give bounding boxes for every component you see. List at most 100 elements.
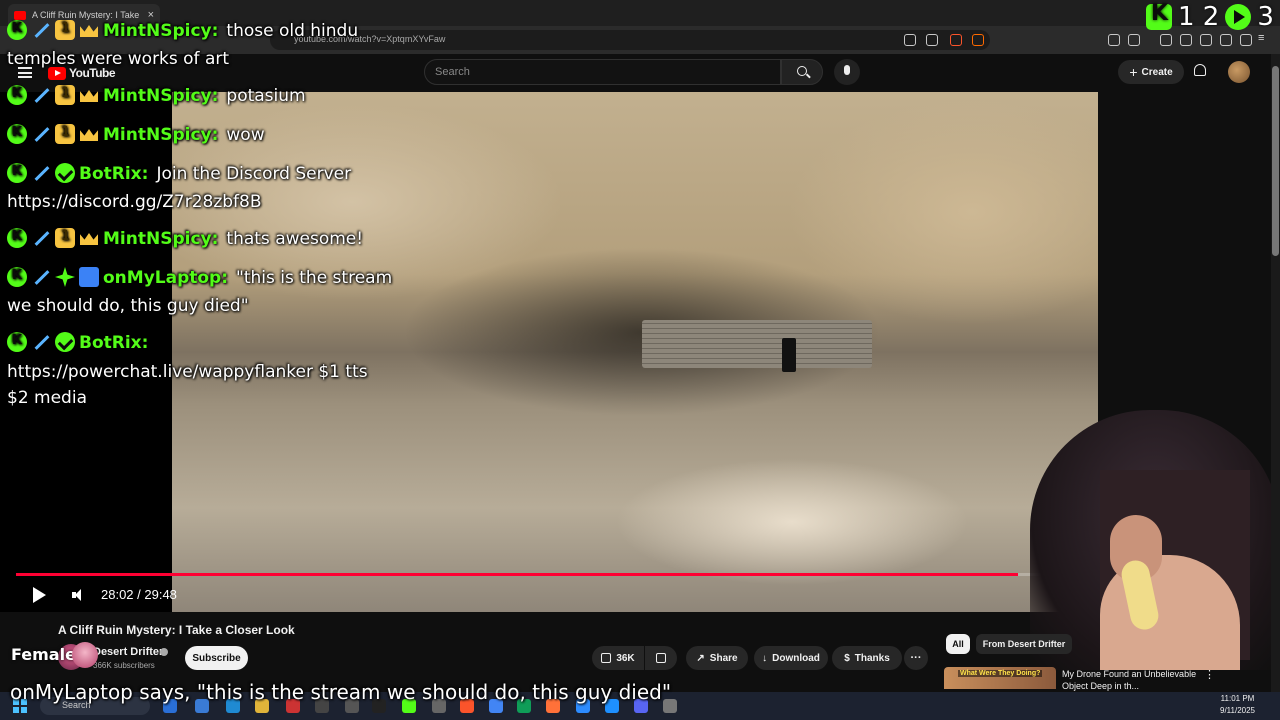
chat-text: temples were works of art bbox=[7, 49, 230, 69]
download-label: Download bbox=[772, 652, 820, 664]
chat-message-continuation: https://powerchat.live/wappyflanker $1 t… bbox=[7, 358, 368, 386]
thumbs-down-icon bbox=[656, 653, 666, 663]
ruin-wall bbox=[642, 320, 872, 368]
kick-badge-icon bbox=[7, 223, 27, 251]
share-page-icon[interactable] bbox=[926, 34, 938, 46]
like-button[interactable]: 36K bbox=[592, 646, 644, 670]
thumbs-up-icon bbox=[601, 653, 612, 663]
verified-bot-badge-icon bbox=[55, 332, 75, 352]
kick-badge-icon bbox=[7, 80, 27, 108]
chat-username: MintNSpicy: bbox=[103, 125, 219, 145]
scrollbar-thumb[interactable] bbox=[1272, 66, 1279, 256]
dislike-button[interactable] bbox=[645, 646, 677, 670]
vpn-icon[interactable] bbox=[1240, 34, 1252, 46]
channel-name[interactable]: Desert Drifter bbox=[93, 646, 163, 658]
chat-text: we should do, this guy died" bbox=[7, 296, 249, 316]
sword-badge-icon bbox=[31, 20, 51, 40]
kick-badge-icon bbox=[7, 158, 27, 186]
chat-text: $2 media bbox=[7, 388, 87, 408]
screenshot-icon[interactable] bbox=[1128, 34, 1140, 46]
create-label: Create bbox=[1141, 66, 1173, 78]
share-label: Share bbox=[709, 652, 738, 664]
chat-text: those old hindu bbox=[226, 21, 359, 41]
thanks-button[interactable]: $ Thanks bbox=[832, 646, 902, 670]
account-avatar[interactable] bbox=[1228, 61, 1250, 83]
subscribe-button[interactable]: Subscribe bbox=[185, 646, 248, 670]
microphone-icon bbox=[844, 65, 850, 75]
webcam-overlay bbox=[1030, 410, 1280, 670]
leo-icon[interactable] bbox=[1220, 34, 1232, 46]
search-input[interactable]: Search bbox=[424, 59, 781, 85]
kick-badge-icon bbox=[7, 119, 27, 147]
sidebar-icon[interactable] bbox=[1180, 34, 1192, 46]
create-button[interactable]: + Create bbox=[1118, 60, 1184, 84]
chat-message-continuation: https://discord.gg/Z7r28zbf8B bbox=[7, 188, 262, 216]
sword-badge-icon bbox=[31, 85, 51, 105]
play-circle-icon bbox=[1225, 4, 1252, 30]
crown-badge-icon bbox=[79, 20, 99, 40]
page-scrollbar[interactable] bbox=[1271, 54, 1280, 694]
video-time: 28:02 / 29:48 bbox=[101, 587, 177, 602]
female-label: Female bbox=[11, 645, 76, 664]
voice-search-button[interactable] bbox=[834, 59, 860, 85]
recommended-video-thumbnail[interactable]: What Were They Doing? bbox=[944, 667, 1056, 689]
clock-time: 11:01 PM bbox=[1220, 694, 1255, 703]
crown-badge-icon bbox=[79, 228, 99, 248]
crown-badge-icon bbox=[79, 124, 99, 144]
female-avatar bbox=[72, 642, 98, 668]
wallet-icon[interactable] bbox=[1200, 34, 1212, 46]
chat-text: thats awesome! bbox=[226, 229, 364, 249]
chip-from-channel[interactable]: From Desert Drifter bbox=[976, 634, 1072, 654]
notifications-bell-icon[interactable] bbox=[1194, 64, 1206, 76]
sword-badge-icon bbox=[31, 228, 51, 248]
chat-text: https://discord.gg/Z7r28zbf8B bbox=[7, 192, 262, 212]
menu-icon[interactable]: ≡ bbox=[1258, 32, 1270, 44]
volume-icon[interactable] bbox=[72, 589, 86, 601]
search-button[interactable] bbox=[781, 59, 823, 85]
share-button[interactable]: ↗ Share bbox=[686, 646, 748, 670]
download-button[interactable]: ↓ Download bbox=[754, 646, 828, 670]
play-icon[interactable] bbox=[33, 587, 46, 603]
gift-badge-icon bbox=[55, 119, 75, 147]
chat-username: MintNSpicy: bbox=[103, 21, 219, 41]
subscriber-count: 366K subscribers bbox=[93, 661, 155, 670]
verified-bot-badge-icon bbox=[55, 163, 75, 183]
chat-message: MintNSpicy: thats awesome! bbox=[7, 223, 364, 253]
chat-message: MintNSpicy: wow bbox=[7, 119, 265, 149]
share-arrow-icon: ↗ bbox=[696, 652, 705, 664]
sword-badge-icon bbox=[31, 332, 51, 352]
taskbar-clock[interactable]: 11:01 PM 9/11/2025 bbox=[1220, 693, 1255, 717]
kick-badge-icon bbox=[7, 15, 27, 43]
video-progress-bar[interactable] bbox=[16, 573, 1082, 576]
sword-badge-icon bbox=[31, 267, 51, 287]
plus-icon: + bbox=[1129, 64, 1138, 80]
brave-shield-icon[interactable] bbox=[950, 34, 962, 46]
subscriber-badge-icon bbox=[79, 267, 99, 287]
kick-count: 1 2 bbox=[1178, 2, 1220, 32]
thumbnail-caption: What Were They Doing? bbox=[958, 670, 1043, 677]
gift-badge-icon bbox=[55, 15, 75, 43]
sword-badge-icon bbox=[31, 163, 51, 183]
sparkle-badge-icon bbox=[55, 267, 75, 287]
video-progress-fill bbox=[16, 573, 1019, 576]
chat-message: onMyLaptop: "this is the stream bbox=[7, 262, 392, 292]
media-icon[interactable] bbox=[1160, 34, 1172, 46]
extensions-icon[interactable] bbox=[1108, 34, 1120, 46]
kick-badge-icon bbox=[7, 262, 27, 290]
chip-all[interactable]: All bbox=[946, 634, 970, 654]
chat-username: onMyLaptop: bbox=[103, 268, 229, 288]
stream-chat-overlay: MintNSpicy: those old hindu temples were … bbox=[0, 0, 420, 420]
tts-caption: onMyLaptop says, "this is the stream we … bbox=[10, 680, 672, 704]
chat-message: MintNSpicy: those old hindu bbox=[7, 15, 359, 45]
download-arrow-icon: ↓ bbox=[762, 652, 768, 664]
sword-badge-icon bbox=[31, 124, 51, 144]
recommended-more-icon[interactable]: ⋮ bbox=[1204, 668, 1215, 681]
chat-username: BotRix: bbox=[79, 333, 149, 353]
brave-rewards-icon[interactable] bbox=[972, 34, 984, 46]
chat-message-continuation: temples were works of art bbox=[7, 45, 229, 73]
more-actions-button[interactable]: ··· bbox=[904, 646, 928, 670]
chat-username: BotRix: bbox=[79, 164, 149, 184]
recommended-video-title[interactable]: My Drone Found an Unbelievable Object De… bbox=[1062, 668, 1202, 692]
cast-icon[interactable] bbox=[904, 34, 916, 46]
chat-message: MintNSpicy: potasium bbox=[7, 80, 306, 110]
